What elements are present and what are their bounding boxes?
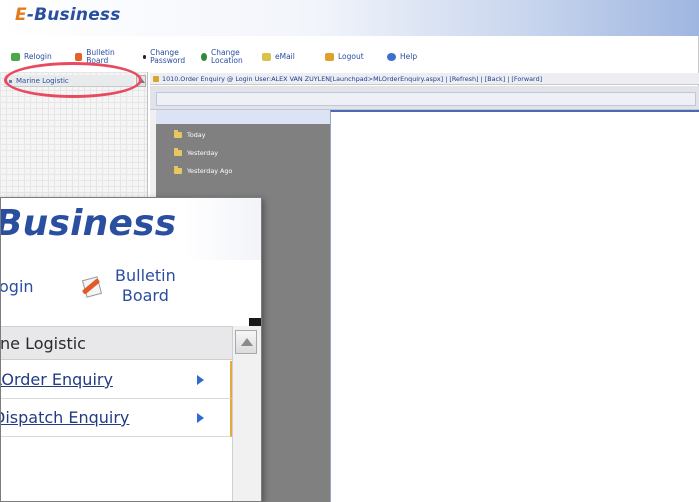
bulletin-line-1: Bulletin xyxy=(115,266,176,285)
zoom-bulletin-board-button[interactable]: Bulletin Board xyxy=(79,260,176,312)
zoom-bulletin-label: Bulletin Board xyxy=(115,266,176,306)
zoom-logo: Business xyxy=(0,203,177,244)
content-header xyxy=(150,86,699,110)
content-header-bar xyxy=(156,92,696,106)
help-icon xyxy=(387,53,396,61)
folder-icon xyxy=(174,130,182,138)
zoom-relogin-button[interactable]: ogin xyxy=(0,260,34,312)
menu-item-label: Dispatch Enquiry xyxy=(0,408,130,427)
logout-label: Logout xyxy=(338,52,364,61)
bulletin-line-2: Board xyxy=(121,286,169,305)
logo-text: -Business xyxy=(26,5,121,25)
tree-item-yesterday-ago[interactable]: Yesterday Ago xyxy=(174,166,232,176)
app-logo: E-Business xyxy=(15,5,121,25)
folder-icon xyxy=(174,148,182,156)
email-label: eMail xyxy=(275,52,295,61)
password-icon xyxy=(143,55,147,59)
logo-e: E xyxy=(15,5,27,25)
logout-button[interactable]: Logout xyxy=(325,44,364,70)
logout-icon xyxy=(325,53,334,61)
bulletin-icon xyxy=(75,53,83,61)
folder-icon xyxy=(174,166,182,174)
zoom-toolbar: ogin Bulletin Board xyxy=(0,260,261,312)
help-label: Help xyxy=(400,52,418,61)
zoom-scroll-up-button[interactable] xyxy=(235,330,257,354)
tree-item-label: Today xyxy=(187,131,206,139)
tree-panel-header xyxy=(156,110,330,124)
relogin-icon xyxy=(11,53,20,61)
tree-item-label: Yesterday Ago xyxy=(187,167,233,175)
zoom-relogin-label: ogin xyxy=(0,276,34,296)
chevron-right-icon xyxy=(197,413,204,423)
location-icon xyxy=(201,53,208,61)
menu-item-order-enquiry[interactable]: LOrder Enquiry xyxy=(1,361,232,399)
zoom-sidebar: rine Logistic LOrder Enquiry Dispatch En… xyxy=(1,312,261,501)
bulletin-icon xyxy=(79,275,107,298)
help-button[interactable]: Help xyxy=(387,44,417,70)
chevron-right-icon xyxy=(197,375,204,385)
zoom-sidebar-header[interactable]: rine Logistic xyxy=(1,326,232,360)
menu-item-label: LOrder Enquiry xyxy=(0,370,113,389)
status-bar: 1010.Order Enquiry @ Login User:ALEX VAN… xyxy=(150,73,699,85)
relogin-label: Relogin xyxy=(24,52,52,61)
email-icon xyxy=(262,53,271,61)
tree-item-today[interactable]: Today xyxy=(174,130,205,140)
main-content-pane xyxy=(330,110,699,502)
zoom-inset: Business ogin Bulletin Board rine Logist… xyxy=(0,197,262,502)
zoom-banner: Business xyxy=(0,198,261,260)
tree-item-label: Yesterday xyxy=(187,149,219,157)
highlight-ellipse xyxy=(4,62,142,98)
change-password-button[interactable]: Change Password xyxy=(143,44,191,70)
tree-item-yesterday[interactable]: Yesterday xyxy=(174,148,218,158)
zoom-menu: LOrder Enquiry Dispatch Enquiry xyxy=(1,361,232,437)
change-location-button[interactable]: Change Location xyxy=(201,44,253,70)
email-button[interactable]: eMail xyxy=(262,44,295,70)
change-location-label: Change Location xyxy=(211,48,243,65)
change-password-label: Change Password xyxy=(150,48,186,65)
zoom-sidebar-header-label: rine Logistic xyxy=(0,334,86,353)
menu-item-dispatch-enquiry[interactable]: Dispatch Enquiry xyxy=(1,399,232,437)
app-banner: E-Business xyxy=(0,0,699,36)
